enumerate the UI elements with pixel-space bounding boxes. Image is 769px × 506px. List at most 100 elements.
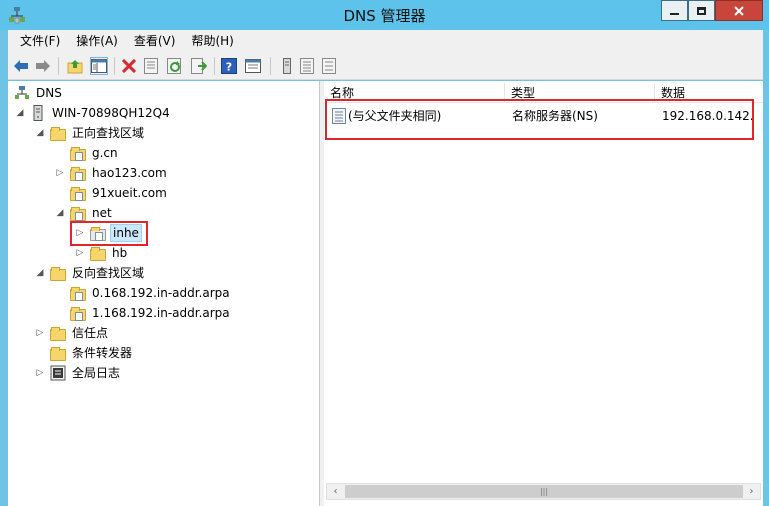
console-icon [245,59,261,73]
tree-node-global-logs[interactable]: ▷ 全局日志 [34,363,122,383]
tree-label: WIN-70898QH12Q4 [52,106,170,120]
scroll-thumb[interactable]: ||| [345,485,743,498]
tree-label: inhe [110,224,142,242]
collapse-icon[interactable]: ◢ [14,107,26,119]
show-hide-tree-button[interactable] [90,57,108,75]
tree-node-sub-hb[interactable]: ▷ hb [74,243,129,263]
dns-icon [15,86,29,99]
zone-icon [70,187,86,201]
svg-text:?: ? [226,61,232,74]
expand-icon[interactable]: ▷ [74,227,86,239]
show-hide-tree-icon [91,59,107,73]
menu-view[interactable]: 查看(V) [126,30,184,52]
minimize-icon [670,12,679,15]
tree-node-server[interactable]: ◢ WIN-70898QH12Q4 [14,103,172,123]
tree-node-dns[interactable]: DNS [14,83,64,103]
column-header-data[interactable]: 数据 [655,83,763,103]
column-header-type[interactable]: 类型 [505,83,655,103]
tree-node-trust-points[interactable]: ▷ 信任点 [34,323,110,343]
tree-node-rev-1[interactable]: 1.168.192.in-addr.arpa [54,303,232,323]
delete-icon [122,59,136,73]
tree-node-rev-0[interactable]: 0.168.192.in-addr.arpa [54,283,232,303]
menu-bar: 文件(F) 操作(A) 查看(V) 帮助(H) [8,30,763,52]
tree-label: 全局日志 [72,366,121,380]
back-arrow-icon [14,60,28,72]
expand-icon[interactable]: ▷ [34,367,46,379]
zone-icon [70,307,86,321]
up-folder-icon [67,60,83,74]
zone-icon [70,287,86,301]
server-button[interactable] [278,57,296,75]
tree-node-forwarders[interactable]: 条件转发器 [34,343,134,363]
up-level-button[interactable] [66,57,84,75]
refresh-icon [167,58,181,74]
zone-icon [70,147,86,161]
maximize-icon [697,6,706,15]
toolbar: ? [8,52,763,80]
list-alt-button[interactable] [320,57,338,75]
tree-label: hao123.com [92,166,167,180]
tree-label: DNS [36,86,62,100]
scroll-right-icon[interactable]: › [743,484,760,499]
console-tree: DNS ◢ WIN-70898QH12Q4 ◢ 正向查找区域 g.cn ▷ ha… [8,81,320,506]
tree-node-zone-net[interactable]: ◢ net [54,203,114,223]
back-button[interactable] [12,57,30,75]
folder-icon [90,247,106,261]
record-icon [332,108,346,124]
menu-action[interactable]: 操作(A) [68,30,126,52]
expand-icon[interactable]: ▷ [74,247,86,259]
tree-node-zone-hao123[interactable]: ▷ hao123.com [54,163,169,183]
console-button[interactable] [244,57,262,75]
forward-arrow-icon [36,60,50,72]
maximize-button[interactable] [688,0,715,21]
results-pane: 名称 类型 数据 (与父文件夹相同) 名称服务器(NS) 192.168.0.1… [324,81,763,506]
tree-node-sub-inhe[interactable]: ▷ inhe [74,223,142,243]
tree-node-zone-91xueit[interactable]: 91xueit.com [54,183,169,203]
list-icon [300,58,314,74]
event-log-icon [50,365,66,381]
server-icon [33,105,43,121]
properties-button[interactable] [142,57,160,75]
record-name: (与父文件夹相同) [348,109,442,123]
zone-icon [70,207,86,221]
tree-label: 条件转发器 [72,346,133,360]
tree-node-forward-zones[interactable]: ◢ 正向查找区域 [34,123,146,143]
folder-icon [50,127,66,141]
collapse-icon[interactable]: ◢ [54,207,66,219]
list-alt-icon [322,58,336,74]
tree-label: hb [112,246,128,260]
server-icon [283,58,291,74]
folder-icon [50,347,66,361]
tree-label: net [92,206,112,220]
list-item[interactable]: (与父文件夹相同) 名称服务器(NS) 192.168.0.142. [324,105,763,127]
export-list-button[interactable] [190,57,208,75]
help-icon: ? [221,58,237,74]
help-button[interactable]: ? [220,57,238,75]
minimize-button[interactable] [661,0,688,21]
tree-label: g.cn [92,146,118,160]
expand-icon[interactable]: ▷ [54,167,66,179]
tree-node-reverse-zones[interactable]: ◢ 反向查找区域 [34,263,146,283]
tree-label: 1.168.192.in-addr.arpa [92,306,230,320]
refresh-button[interactable] [166,57,184,75]
collapse-icon[interactable]: ◢ [34,267,46,279]
folder-icon [50,267,66,281]
properties-icon [144,58,158,74]
list-header: 名称 类型 数据 [324,83,763,103]
tree-label: 信任点 [72,326,109,340]
list-button[interactable] [298,57,316,75]
expand-icon[interactable]: ▷ [34,327,46,339]
window-title: DNS 管理器 [343,7,426,25]
forward-button[interactable] [34,57,52,75]
scroll-left-icon[interactable]: ‹ [327,484,344,499]
column-header-name[interactable]: 名称 [324,83,505,103]
tree-label: 反向查找区域 [72,266,145,280]
delete-button[interactable] [120,57,138,75]
menu-file[interactable]: 文件(F) [12,30,68,52]
title-bar: DNS 管理器 [0,0,769,30]
tree-node-zone-gcn[interactable]: g.cn [54,143,120,163]
collapse-icon[interactable]: ◢ [34,127,46,139]
menu-help[interactable]: 帮助(H) [183,30,241,52]
close-button[interactable] [715,0,763,21]
horizontal-scrollbar[interactable]: ‹ ||| › [326,483,761,500]
